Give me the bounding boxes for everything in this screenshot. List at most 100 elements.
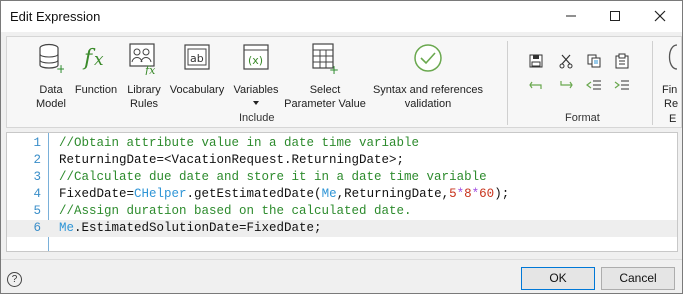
cancel-button[interactable]: Cancel [601, 267, 675, 290]
code-editor[interactable]: 1 //Obtain attribute value in a date time… [6, 132, 678, 252]
cut-button[interactable] [558, 53, 576, 69]
code-token: //Assign duration based on the calculate… [59, 204, 412, 218]
partial-label-1: Fin [662, 84, 678, 96]
variables-button[interactable]: (x) Variables [231, 41, 281, 121]
data-model-label: Data Model [36, 84, 66, 110]
function-label: Function [74, 84, 118, 96]
svg-text:(x): (x) [248, 54, 263, 67]
copy-button[interactable] [586, 53, 604, 69]
cut-icon [559, 54, 573, 69]
code-text: FixedDate=CHelper.getEstimatedDate(Me,Re… [59, 187, 509, 201]
close-button[interactable] [638, 1, 682, 32]
code-line[interactable]: 1 //Obtain attribute value in a date time… [7, 135, 677, 152]
ribbon-separator [652, 41, 653, 125]
code-token: 8 [464, 187, 472, 201]
paste-button[interactable] [614, 53, 632, 69]
copy-icon [587, 54, 601, 68]
code-token: Me [59, 221, 75, 235]
svg-text:+: + [56, 62, 64, 75]
variables-label: Variables [233, 84, 279, 96]
title-bar: Edit Expression [1, 1, 682, 32]
variables-icon: (x) [243, 44, 269, 70]
svg-text:fx: fx [144, 64, 156, 75]
data-model-button[interactable]: + Data Model [33, 41, 69, 121]
undo-icon [529, 81, 542, 89]
ribbon-toolbar: + Data Model f x Function fx Library Rul… [6, 36, 682, 128]
format-group-label: Format [565, 112, 600, 124]
save-icon [529, 54, 543, 68]
function-icon: f x [82, 46, 104, 71]
code-token: ); [494, 187, 510, 201]
svg-text:+: + [329, 63, 339, 75]
find-replace-button-partial[interactable]: Fin Re E [657, 41, 681, 125]
partial-label-3: E [669, 113, 677, 125]
close-icon [654, 10, 666, 22]
ribbon-separator [507, 41, 508, 125]
code-token: FixedDate= [59, 187, 135, 201]
line-number: 5 [33, 204, 41, 218]
code-token: Me [321, 187, 337, 201]
line-number: 1 [33, 136, 41, 150]
vocabulary-icon: ab [184, 44, 210, 70]
redo-button[interactable] [558, 77, 576, 93]
maximize-button[interactable] [593, 1, 637, 32]
chevron-down-icon [253, 101, 259, 105]
code-token: CHelper [134, 187, 187, 201]
syntax-validation-label: Syntax and references validation [372, 84, 484, 110]
partial-label-2: Re [664, 98, 679, 110]
dialog-footer: ? OK Cancel [1, 259, 682, 293]
help-icon[interactable]: ? [7, 272, 22, 287]
code-token: 5 [449, 187, 457, 201]
code-line[interactable]: 4 FixedDate=CHelper.getEstimatedDate(Me,R… [7, 186, 677, 203]
code-text: Me.EstimatedSolutionDate=FixedDate; [59, 221, 322, 235]
outdent-button[interactable] [586, 77, 604, 93]
window-title: Edit Expression [10, 9, 101, 24]
code-text: //Obtain attribute value in a date time … [59, 136, 419, 150]
edit-expression-dialog: Edit Expression + Data Model f x [0, 0, 683, 294]
code-token: 60 [479, 187, 495, 201]
code-line[interactable]: 3 //Calculate due date and store it in a … [7, 169, 677, 186]
code-token: .EstimatedSolutionDate=FixedDate; [74, 221, 322, 235]
code-text: ReturningDate=<VacationRequest.Returning… [59, 153, 404, 167]
code-line[interactable]: 2 ReturningDate=<VacationRequest.Returnin… [7, 152, 677, 169]
code-token: ,ReturningDate, [336, 187, 450, 201]
code-token: ReturningDate=<VacationRequest.Returning… [59, 153, 405, 167]
code-line[interactable]: 6 Me.EstimatedSolutionDate=FixedDate; [7, 220, 677, 237]
code-token: //Calculate due date and store it in a d… [59, 170, 487, 184]
code-text: //Assign duration based on the calculate… [59, 204, 412, 218]
grid-add-icon: + [312, 43, 339, 75]
svg-text:ab: ab [190, 52, 204, 65]
check-circle-icon [414, 44, 442, 72]
vocabulary-button[interactable]: ab Vocabulary [169, 41, 225, 121]
code-text: //Calculate due date and store it in a d… [59, 170, 487, 184]
undo-button[interactable] [528, 77, 546, 93]
include-group-label: Include [239, 112, 275, 124]
minimize-icon [566, 15, 576, 17]
save-button[interactable] [528, 53, 546, 69]
function-button[interactable]: f x Function [73, 41, 119, 121]
indent-button[interactable] [614, 77, 632, 93]
library-rules-label: Library Rules [127, 84, 161, 110]
select-parameter-value-button[interactable]: + Select Parameter Value [283, 41, 367, 121]
paste-icon [615, 53, 629, 69]
code-token: //Obtain attribute value in a date time … [59, 136, 420, 150]
outdent-icon [586, 80, 601, 90]
database-icon: + [39, 43, 64, 75]
line-number: 2 [33, 153, 41, 167]
minimize-button[interactable] [549, 1, 593, 32]
redo-icon [560, 81, 573, 89]
ok-button[interactable]: OK [521, 267, 595, 290]
line-number: 3 [33, 170, 41, 184]
indent-icon [614, 80, 629, 90]
library-rules-button[interactable]: fx Library Rules [123, 41, 165, 121]
syntax-validation-button[interactable]: Syntax and references validation [371, 41, 485, 121]
code-line[interactable]: 5 //Assign duration based on the calculat… [7, 203, 677, 220]
line-number: 6 [33, 221, 41, 235]
search-icon [668, 44, 678, 70]
library-rules-icon: fx [129, 43, 156, 75]
code-token: .getEstimatedDate( [186, 187, 322, 201]
line-number: 4 [33, 187, 41, 201]
svg-text:x: x [94, 50, 104, 70]
vocabulary-label: Vocabulary [169, 84, 225, 96]
maximize-icon [610, 11, 620, 21]
